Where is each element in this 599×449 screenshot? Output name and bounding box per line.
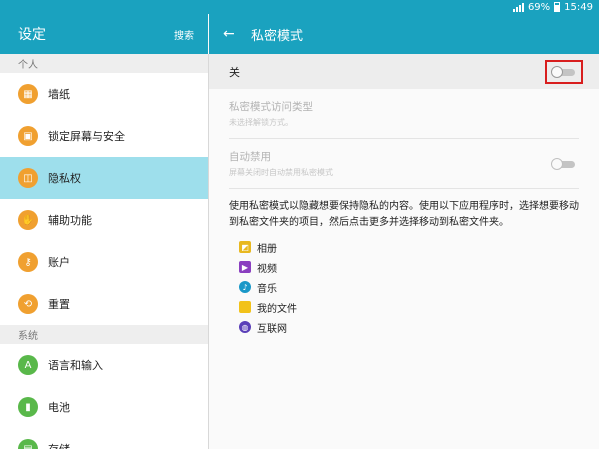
- toggle-knob: [551, 157, 563, 170]
- lock-icon: ▣: [18, 126, 38, 146]
- master-toggle[interactable]: [545, 59, 583, 84]
- auto-disable-toggle[interactable]: [551, 157, 577, 170]
- sidebar-item-label: 墙纸: [48, 88, 70, 101]
- sidebar-item[interactable]: ▤ 存储: [0, 428, 208, 449]
- signal-icon: [512, 2, 524, 12]
- sidebar-item[interactable]: ⚷ 账户: [0, 241, 208, 283]
- hand-icon: ✋: [18, 210, 38, 230]
- sidebar-item-label: 电池: [48, 401, 70, 414]
- sidebar-item[interactable]: ◫ 隐私权: [0, 157, 208, 199]
- access-type-setting[interactable]: 私密模式访问类型 未选择解锁方式。: [229, 89, 579, 139]
- access-type-label: 私密模式访问类型: [229, 101, 313, 113]
- app-label: 音乐: [257, 283, 277, 295]
- app-label: 视频: [257, 263, 277, 275]
- sidebar-item[interactable]: ⟲ 重置: [0, 283, 208, 325]
- sidebar-item-label: 存储: [48, 441, 70, 449]
- gallery-icon: ◩: [239, 241, 251, 253]
- folder-icon: [239, 301, 251, 313]
- key-icon: ⚷: [18, 252, 38, 272]
- privacy-icon: ◫: [18, 168, 38, 188]
- app-label: 互联网: [257, 323, 287, 335]
- sidebar-item[interactable]: A 语言和输入: [0, 344, 208, 386]
- settings-header: 设定 搜索: [0, 14, 208, 54]
- wallpaper-icon: ▦: [18, 84, 38, 104]
- sidebar: 个人 ▦ 墙纸 ▣ 锁定屏幕与安全 ◫ 隐私权 ✋ 辅助功能 ⚷ 账户 ⟲ 重置系统 A 语言和输入 ▮ 电池 ▤…: [0, 54, 208, 449]
- settings-title: 设定: [18, 27, 46, 43]
- storage-icon: ▤: [18, 439, 38, 449]
- sidebar-item-label: 隐私权: [48, 172, 81, 185]
- app-list-item: ▶ 视频: [239, 257, 599, 277]
- sidebar-item[interactable]: ▮ 电池: [0, 386, 208, 428]
- auto-disable-setting[interactable]: 自动禁用 屏幕关闭时自动禁用私密模式: [229, 139, 579, 189]
- sidebar-item-label: 辅助功能: [48, 214, 92, 227]
- sidebar-item[interactable]: ▣ 锁定屏幕与安全: [0, 115, 208, 157]
- reset-icon: ⟲: [18, 294, 38, 314]
- sidebar-section-header: 个人: [0, 54, 208, 73]
- app-label: 相册: [257, 243, 277, 255]
- app-list-item: ◍ 互联网: [239, 317, 599, 337]
- app-label: 我的文件: [257, 303, 297, 315]
- battery-percent: 69%: [527, 1, 551, 13]
- sidebar-item-label: 重置: [48, 298, 70, 311]
- app-list-item: ◩ 相册: [239, 237, 599, 257]
- auto-disable-summary: 屏幕关闭时自动禁用私密模式: [229, 168, 333, 177]
- toggle-knob: [551, 65, 563, 78]
- sidebar-item-label: 账户: [48, 256, 70, 269]
- music-icon: ♪: [239, 281, 251, 293]
- app-list-item: 我的文件: [239, 297, 599, 317]
- status-bar: 69% 15:49: [0, 0, 599, 14]
- video-icon: ▶: [239, 261, 251, 273]
- battery-icon: [554, 2, 561, 12]
- clock: 15:49: [564, 1, 593, 13]
- master-switch-row[interactable]: 关: [209, 54, 599, 89]
- sidebar-item-label: 语言和输入: [48, 359, 103, 372]
- master-switch-label: 关: [229, 65, 240, 79]
- sidebar-item[interactable]: ▦ 墙纸: [0, 73, 208, 115]
- detail-header: ← 私密模式: [209, 14, 599, 54]
- app-list-item: ♪ 音乐: [239, 277, 599, 297]
- sidebar-item[interactable]: ✋ 辅助功能: [0, 199, 208, 241]
- back-arrow-icon[interactable]: ←: [223, 26, 251, 42]
- auto-disable-label: 自动禁用: [229, 151, 271, 163]
- search-button[interactable]: 搜索: [174, 27, 194, 42]
- private-mode-description: 使用私密模式以隐藏想要保持隐私的内容。使用以下应用程序时，选择想要移动到私密文件…: [229, 201, 579, 228]
- sidebar-item-label: 锁定屏幕与安全: [48, 130, 125, 143]
- internet-icon: ◍: [239, 321, 251, 333]
- private-mode-panel: 关 私密模式访问类型 未选择解锁方式。 自动禁用 屏幕关闭时自动禁用私密模式 使…: [209, 54, 599, 449]
- supported-apps-list: ◩ 相册 ▶ 视频 ♪ 音乐我的文件 ◍ 互联网: [239, 237, 599, 337]
- battery-icon: ▮: [18, 397, 38, 417]
- sidebar-section-header: 系统: [0, 325, 208, 344]
- access-type-summary: 未选择解锁方式。: [229, 118, 293, 127]
- language-icon: A: [18, 355, 38, 375]
- page-title: 私密模式: [251, 28, 304, 44]
